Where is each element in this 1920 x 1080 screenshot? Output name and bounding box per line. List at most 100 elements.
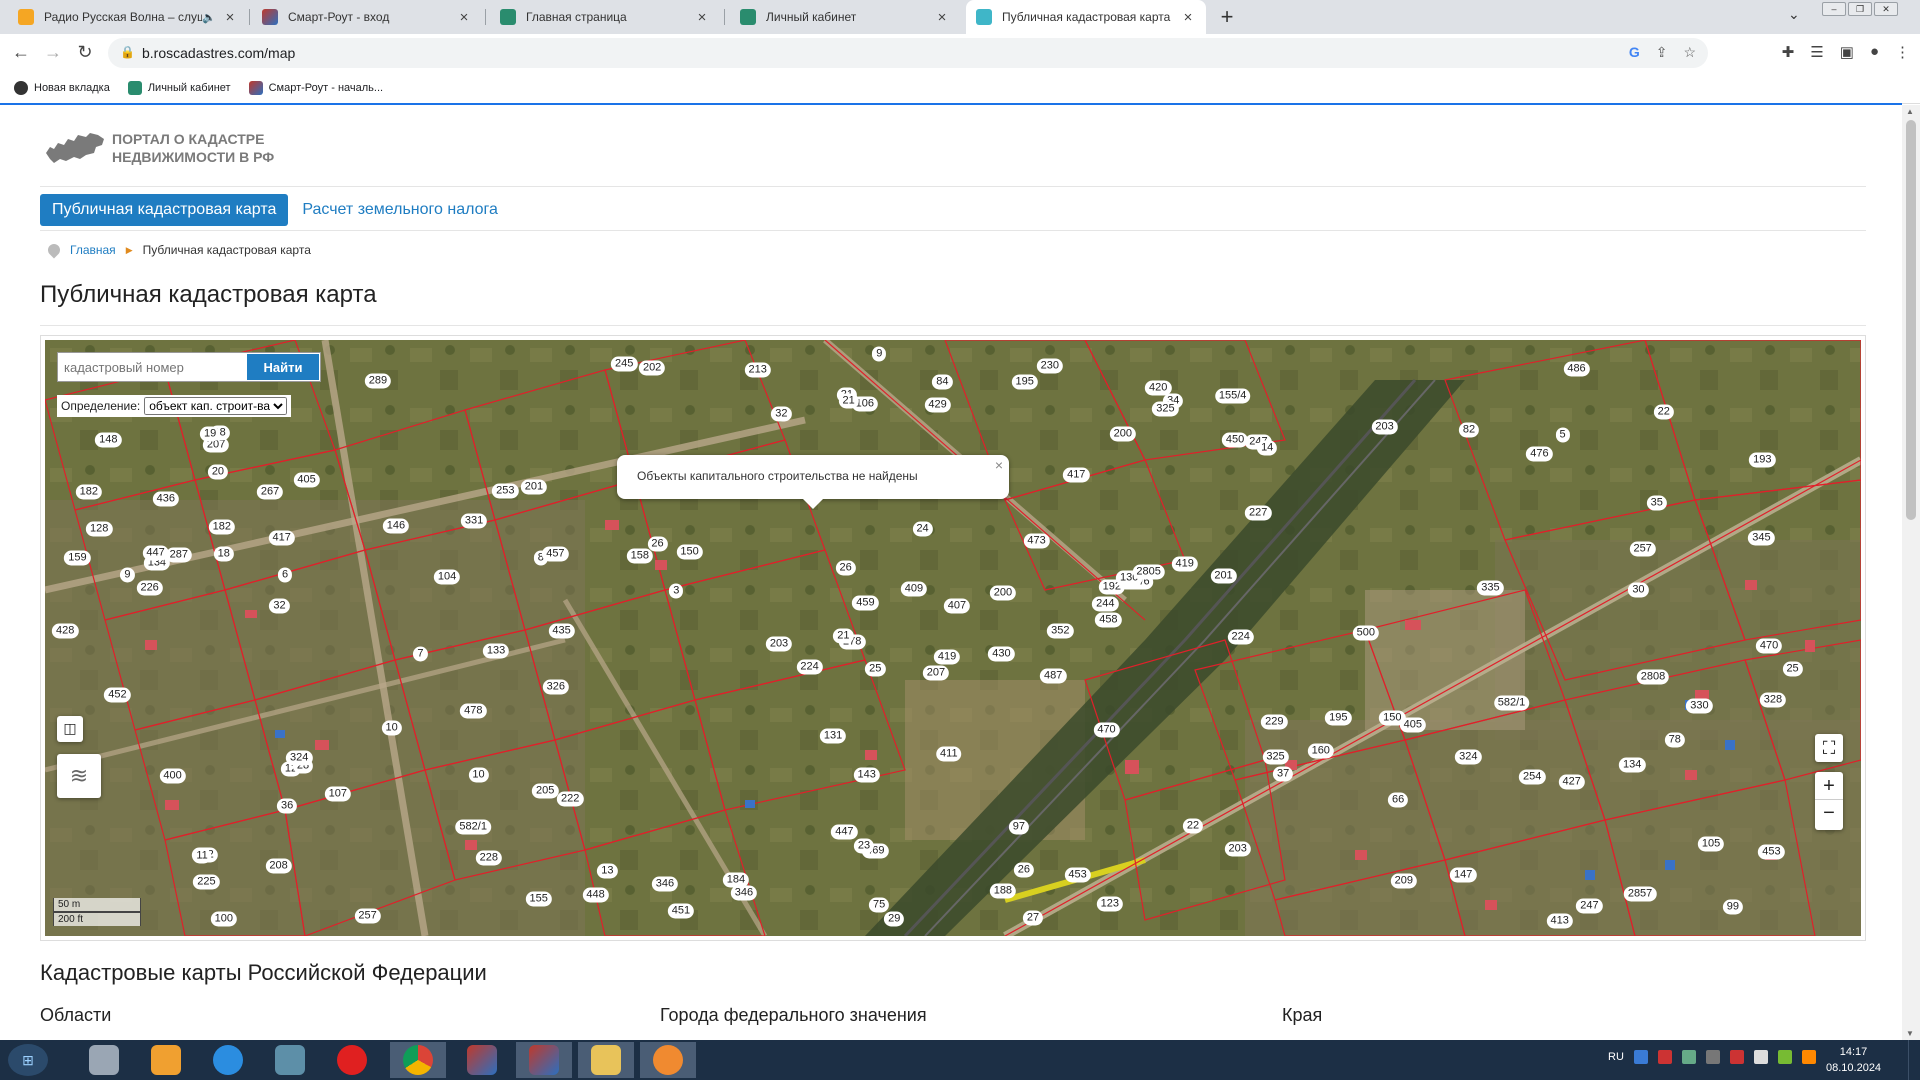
plot-number-label[interactable]: 346 [730,885,758,901]
plot-number-label[interactable]: 448 [582,887,609,903]
plot-number-label[interactable]: 582/1 [455,819,491,835]
taskbar-network[interactable] [262,1042,318,1078]
plot-number-label[interactable]: 417 [268,530,295,546]
lock-icon[interactable]: 🔒 [120,45,135,59]
breadcrumb-home-link[interactable]: Главная [70,243,116,257]
plot-number-label[interactable]: 405 [293,472,320,488]
plot-number-label[interactable]: 346 [651,876,679,892]
plot-number-label[interactable]: 26 [647,536,668,552]
chevron-down-icon[interactable]: ⌄ [1788,6,1800,23]
plot-number-label[interactable]: 193 [1749,452,1776,468]
plot-number-label[interactable]: 104 [433,569,461,585]
plot-number-label[interactable]: 6 [277,567,293,583]
plot-number-label[interactable]: 452 [104,687,131,703]
plot-number-label[interactable]: 84 [932,374,953,390]
bookmark-new-tab[interactable]: Новая вкладка [14,80,110,95]
plot-number-label[interactable]: 450 [1221,432,1249,448]
cadastral-map[interactable]: 207267278182192222155/424735228999321932… [45,340,1861,936]
restore-button[interactable]: ❐ [1848,2,1872,16]
plot-number-label[interactable]: 582/1 [1493,695,1530,711]
plot-number-label[interactable]: 195 [1011,374,1038,390]
plot-number-label[interactable]: 99 [1722,899,1743,915]
plot-number-label[interactable]: 27 [1022,910,1044,926]
plot-number-label[interactable]: 500 [1352,625,1379,641]
plot-number-label[interactable]: 229 [1261,714,1288,730]
plot-number-label[interactable]: 228 [475,850,503,866]
fullscreen-icon[interactable]: ⛶ [1815,734,1843,762]
taskbar-viewer[interactable] [640,1042,696,1078]
plot-number-label[interactable]: 155 [525,891,552,907]
plot-number-label[interactable]: 451 [667,903,695,919]
plot-number-label[interactable]: 19 [199,426,221,442]
plot-number-label[interactable]: 9 [120,567,135,582]
start-button[interactable]: ⊞ [8,1044,48,1076]
language-indicator[interactable]: RU [1608,1051,1624,1063]
taskbar-chrome[interactable] [390,1042,446,1078]
plot-number-label[interactable]: 458 [1095,612,1122,628]
plot-number-label[interactable]: 213 [744,362,771,378]
plot-number-label[interactable]: 160 [1307,743,1334,759]
plot-number-label[interactable]: 413 [1546,913,1573,929]
plot-number-label[interactable]: 335 [1477,580,1504,596]
volume-icon[interactable] [1753,1050,1768,1064]
plot-number-label[interactable]: 209 [1390,873,1418,889]
plot-number-label[interactable]: 224 [1227,629,1254,645]
plot-number-label[interactable]: 208 [265,858,292,874]
share-icon[interactable]: ⇪ [1656,44,1668,61]
plot-number-label[interactable]: 13 [597,863,618,879]
scrollbar-thumb[interactable] [1906,120,1916,520]
plot-number-label[interactable]: 36 [277,798,298,814]
plot-number-label[interactable]: 155/4 [1214,388,1251,404]
forward-arrow-icon[interactable]: → [42,42,64,63]
find-button[interactable]: Найти [247,354,319,380]
kebab-menu-icon[interactable]: ⋮ [1895,43,1910,61]
url-text[interactable]: b.roscadastres.com/map [142,45,295,61]
taskbar-explorer[interactable] [578,1042,634,1078]
plot-number-label[interactable]: 131 [819,728,847,744]
taskbar-internet-explorer[interactable] [200,1042,256,1078]
plot-number-label[interactable]: 470 [1093,722,1120,738]
close-tab-icon[interactable]: × [694,9,710,26]
taskbar-smart-route-2[interactable] [516,1042,572,1078]
plot-number-label[interactable]: 148 [95,432,122,448]
plot-number-label[interactable]: 203 [765,636,793,652]
plot-number-label[interactable]: 203 [1224,841,1251,857]
plot-number-label[interactable]: 97 [1008,819,1030,835]
minimize-button[interactable]: – [1822,2,1846,16]
close-tab-icon[interactable]: × [934,9,950,26]
plot-number-label[interactable]: 21 [833,628,854,644]
plot-number-label[interactable]: 30 [1628,582,1649,598]
plot-number-label[interactable]: 352 [1047,623,1074,639]
plot-number-label[interactable]: 26 [1013,862,1034,878]
plot-number-label[interactable]: 150 [1379,710,1406,726]
plot-number-label[interactable]: 150 [676,544,703,560]
plot-number-label[interactable]: 100 [210,911,237,927]
plot-number-label[interactable]: 128 [86,521,113,537]
plot-number-label[interactable]: 159 [64,550,91,566]
ruler-tool-icon[interactable]: ◫ [57,716,83,742]
plot-number-label[interactable]: 11 [192,848,212,864]
layers-icon[interactable]: ≋ [57,754,101,798]
google-translate-icon[interactable]: G [1629,44,1640,61]
plot-number-label[interactable]: 400 [159,768,186,784]
plot-number-label[interactable]: 200 [1109,426,1137,442]
plot-number-label[interactable]: 2857 [1623,886,1657,902]
plot-number-label[interactable]: 2808 [1636,669,1670,685]
plot-number-label[interactable]: 487 [1040,668,1067,684]
scroll-up-arrow-icon[interactable]: ▲ [1906,107,1914,116]
plot-number-label[interactable]: 32 [771,406,792,422]
plot-number-label[interactable]: 447 [831,824,858,840]
plot-number-label[interactable]: 105 [1697,836,1725,852]
plot-number-label[interactable]: 328 [1759,692,1787,708]
plot-number-label[interactable]: 330 [1686,698,1713,714]
plot-number-label[interactable]: 143 [853,767,880,783]
bookmark-personal-cabinet[interactable]: Личный кабинет [127,80,231,95]
close-window-button[interactable]: ✕ [1874,2,1898,16]
plot-number-label[interactable]: 226 [136,580,163,596]
plot-number-label[interactable]: 419 [933,649,961,665]
plot-number-label[interactable]: 200 [989,585,1017,601]
plot-number-label[interactable]: 32 [269,598,290,614]
plot-number-label[interactable]: 411 [936,746,962,762]
plot-number-label[interactable]: 436 [152,491,180,507]
plot-number-label[interactable]: 476 [1526,446,1553,462]
